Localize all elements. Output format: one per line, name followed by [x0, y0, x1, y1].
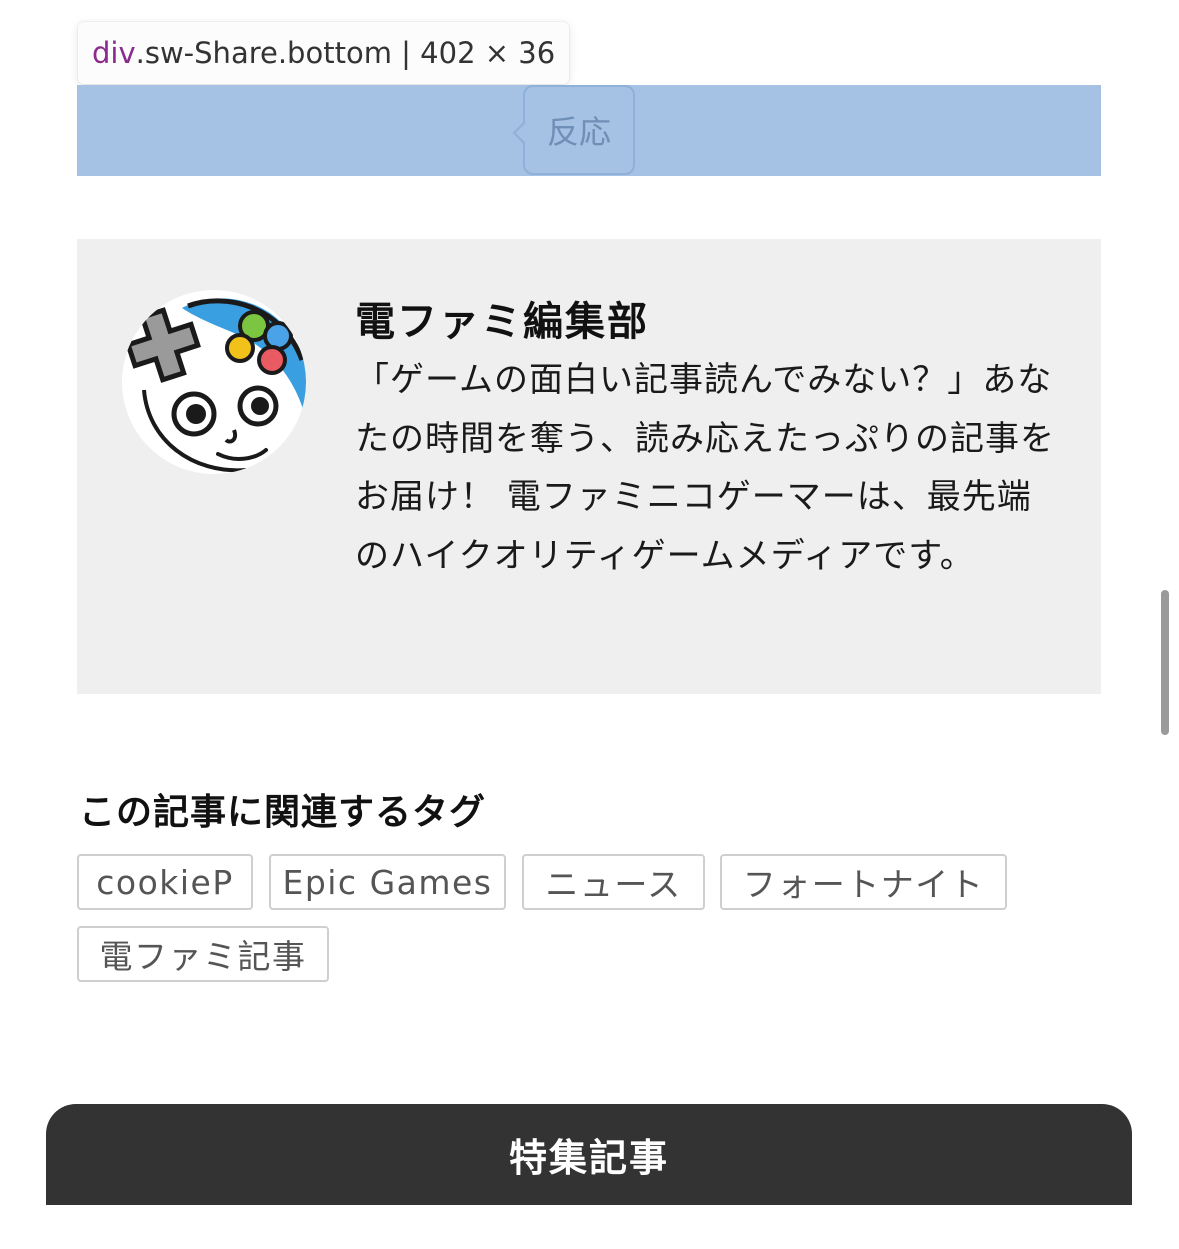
reaction-button-label: 反応 [546, 113, 611, 151]
mascot-avatar-graphic [122, 290, 306, 474]
share-box-highlight: 反応 [77, 85, 1101, 176]
scrollbar-thumb[interactable] [1161, 590, 1169, 735]
tag-chip-fortnite[interactable]: フォートナイト [720, 854, 1007, 910]
related-tags-heading: この記事に関連するタグ [79, 792, 487, 833]
tag-chip-label: 電ファミ記事 [99, 937, 307, 976]
tag-chip-news[interactable]: ニュース [522, 854, 705, 910]
tag-chip-label: cookieP [96, 862, 234, 902]
author-description: 「ゲームの面白い記事読んでみない？」あなたの時間を奪う、読み応えたっぷりの記事を… [355, 360, 1055, 576]
inspector-separator: | [401, 36, 411, 70]
reaction-button[interactable]: 反応 [523, 85, 635, 175]
inspector-tag-name: div [92, 36, 136, 70]
inspector-dimensions: 402 × 36 [420, 36, 556, 70]
author-profile-box: 電ファミ編集部 「ゲームの面白い記事読んでみない？」あなたの時間を奪う、読み応え… [77, 239, 1101, 694]
inspector-class-name: .sw-Share.bottom [135, 36, 392, 70]
tag-chip-denfami-article[interactable]: 電ファミ記事 [77, 926, 329, 982]
featured-articles-label: 特集記事 [508, 1136, 669, 1180]
author-name[interactable]: 電ファミ編集部 [355, 289, 649, 347]
mascot-avatar-icon[interactable] [122, 290, 306, 474]
tag-chip-label: フォートナイト [742, 865, 985, 904]
tag-chip-label: Epic Games [282, 862, 493, 902]
tag-chip-cookiep[interactable]: cookieP [77, 854, 253, 910]
tag-chip-label: ニュース [545, 865, 682, 904]
tag-chip-epic-games[interactable]: Epic Games [269, 854, 506, 910]
featured-articles-button[interactable]: 特集記事 [46, 1104, 1132, 1205]
inspector-tooltip: div .sw-Share.bottom | 402 × 36 [78, 22, 570, 84]
